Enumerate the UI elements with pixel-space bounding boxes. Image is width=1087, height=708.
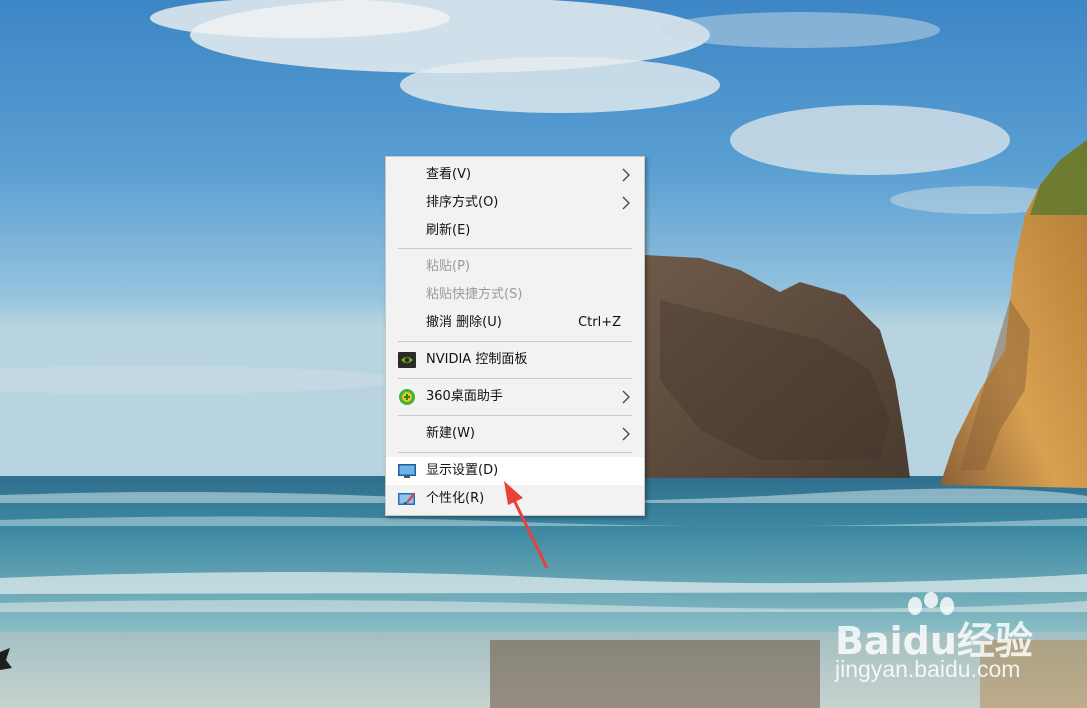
menu-item-undo-delete[interactable]: 撤消 删除(U) Ctrl+Z xyxy=(386,309,644,337)
menu-item-new[interactable]: 新建(W) xyxy=(386,420,644,448)
menu-item-view[interactable]: 查看(V) xyxy=(386,161,644,189)
menu-item-shortcut: Ctrl+Z xyxy=(578,315,621,330)
360-icon xyxy=(399,389,415,405)
menu-item-sort-by[interactable]: 排序方式(O) xyxy=(386,189,644,217)
menu-item-label: 360桌面助手 xyxy=(426,389,503,404)
watermark-site: jingyan.baidu.com xyxy=(835,656,1021,682)
menu-separator xyxy=(398,378,632,379)
menu-item-nvidia-control-panel[interactable]: NVIDIA 控制面板 xyxy=(386,346,644,374)
desktop-context-menu: 查看(V) 排序方式(O) 刷新(E) 粘贴(P) 粘贴快捷方式(S) 撤消 删… xyxy=(385,156,645,516)
menu-item-label: 显示设置(D) xyxy=(426,463,499,478)
menu-item-paste-shortcut[interactable]: 粘贴快捷方式(S) xyxy=(386,281,644,309)
nvidia-icon xyxy=(398,352,416,368)
menu-separator xyxy=(398,415,632,416)
submenu-arrow-icon xyxy=(622,196,630,210)
submenu-arrow-icon xyxy=(622,390,630,404)
menu-item-label: 排序方式(O) xyxy=(426,195,499,210)
menu-item-label: 刷新(E) xyxy=(426,223,471,238)
menu-separator xyxy=(398,452,632,453)
annotation-arrow xyxy=(504,481,549,569)
menu-item-360-desktop-assistant[interactable]: 360桌面助手 xyxy=(386,383,644,411)
menu-item-label: 个性化(R) xyxy=(426,491,485,506)
menu-item-refresh[interactable]: 刷新(E) xyxy=(386,217,644,244)
desktop[interactable]: 查看(V) 排序方式(O) 刷新(E) 粘贴(P) 粘贴快捷方式(S) 撤消 删… xyxy=(0,0,1087,708)
menu-item-label: 新建(W) xyxy=(426,426,475,441)
monitor-icon xyxy=(398,464,416,478)
menu-item-paste[interactable]: 粘贴(P) xyxy=(386,253,644,281)
submenu-arrow-icon xyxy=(622,168,630,182)
menu-item-label: 撤消 删除(U) xyxy=(426,315,502,330)
submenu-arrow-icon xyxy=(622,427,630,441)
personalize-icon xyxy=(398,493,415,505)
menu-item-label: 查看(V) xyxy=(426,167,472,182)
menu-separator xyxy=(398,248,632,249)
menu-item-label: NVIDIA 控制面板 xyxy=(426,352,528,367)
menu-separator xyxy=(398,341,632,342)
menu-item-label: 粘贴快捷方式(S) xyxy=(426,287,523,302)
menu-item-label: 粘贴(P) xyxy=(426,259,470,274)
